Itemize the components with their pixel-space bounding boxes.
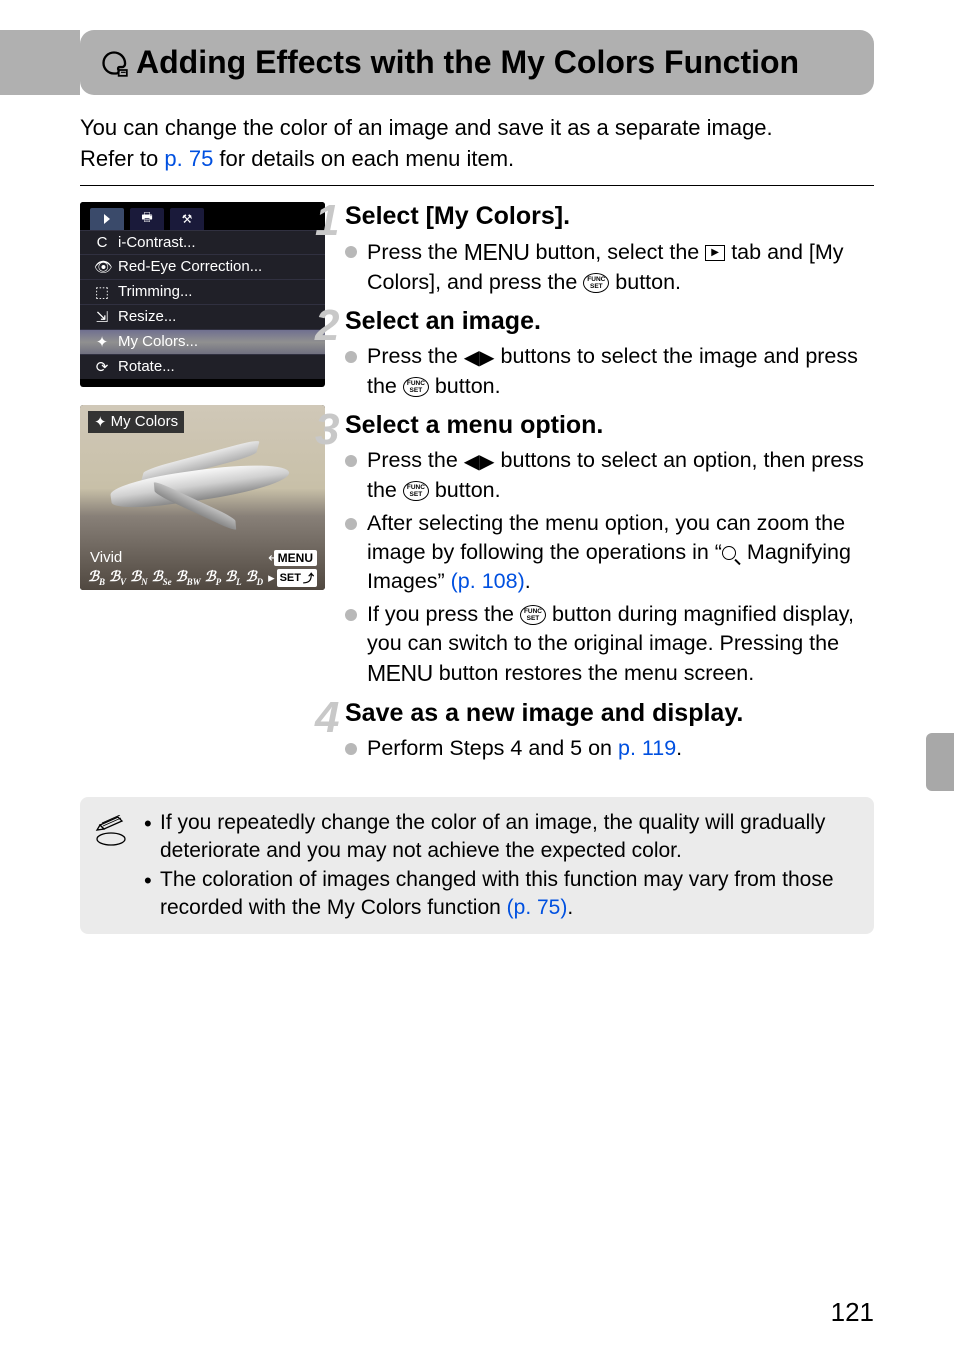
step-bullet: After selecting the menu option, you can…: [345, 509, 874, 596]
play-tab-icon: [705, 245, 725, 261]
menu-item: 👁 Red-Eye Correction...: [80, 254, 325, 279]
func-set-button-icon: [520, 605, 546, 625]
step-number: 2: [315, 301, 339, 351]
note-box: If you repeatedly change the color of an…: [80, 797, 874, 934]
my-colors-icon: [100, 49, 128, 77]
menu-item-icon: ✦: [94, 333, 110, 351]
bullet-dot-icon: [345, 246, 357, 258]
step-title: Select an image.: [345, 307, 874, 336]
divider: [80, 185, 874, 186]
step-title: Select a menu option.: [345, 411, 874, 440]
vivid-screenshot: ✦My Colors Vivid ↩ MENU ℬBℬVℬNℬSeℬBWℬPℬL…: [80, 405, 325, 590]
step-bullet: Perform Steps 4 and 5 on p. 119.: [345, 734, 874, 763]
page-number: 121: [831, 1297, 874, 1328]
page-ref-link[interactable]: (p. 108): [451, 569, 525, 593]
step-bullet: Press the ◀▶ buttons to select the image…: [345, 342, 874, 401]
step-title: Save as a new image and display.: [345, 699, 874, 728]
menu-item-icon: ⬚: [94, 283, 110, 301]
menu-item-icon: ⟳: [94, 358, 110, 376]
menu-item-label: Red-Eye Correction...: [118, 258, 262, 275]
bullet-dot-icon: [345, 518, 357, 530]
page-ref-link[interactable]: p. 119: [618, 736, 676, 760]
vivid-mode-label: Vivid: [90, 549, 122, 566]
side-tab: [926, 733, 954, 791]
page-header: Adding Effects with the My Colors Functi…: [80, 30, 874, 95]
func-set-button-icon: [583, 273, 609, 293]
menu-button-icon: MENU: [464, 239, 530, 265]
color-mode-icons: ℬBℬVℬNℬSeℬBWℬPℬLℬD: [88, 569, 263, 587]
tab-play-icon: [90, 208, 124, 230]
bullet-dot-icon: [345, 609, 357, 621]
pencil-note-icon: [94, 815, 128, 849]
page-ref-link[interactable]: p. 75: [164, 146, 213, 171]
menu-item: ⇲ Resize...: [80, 304, 325, 329]
left-right-arrows-icon: ◀▶: [464, 451, 495, 473]
func-set-button-icon: [403, 377, 429, 397]
menu-item-icon: C: [94, 234, 110, 251]
func-set-button-icon: [403, 481, 429, 501]
step-title: Select [My Colors].: [345, 202, 874, 231]
step-bullet: If you press the button during magnified…: [345, 600, 874, 689]
menu-screenshot: 🖶 ⚒ Ci-Contrast... 👁 Red-Eye Correction...…: [80, 202, 325, 387]
left-right-arrows-icon: ◀▶: [464, 347, 495, 369]
menu-item-icon: ⇲: [94, 308, 110, 326]
step: 2Select an image.Press the ◀▶ buttons to…: [345, 307, 874, 401]
menu-item-label: Trimming...: [118, 283, 192, 300]
vivid-title-label: ✦My Colors: [88, 411, 184, 433]
step-number: 3: [315, 405, 339, 455]
tab-print-icon: 🖶: [130, 208, 164, 230]
menu-item-icon: 👁: [94, 258, 110, 276]
note-item: If you repeatedly change the color of an…: [144, 809, 856, 866]
tab-tools-icon: ⚒: [170, 208, 204, 230]
step: 3Select a menu option.Press the ◀▶ butto…: [345, 411, 874, 689]
menu-button-icon: MENU: [367, 660, 433, 686]
step-bullet: Press the MENU button, select the tab an…: [345, 237, 874, 297]
step-number: 4: [315, 693, 339, 743]
note-item: The coloration of images changed with th…: [144, 866, 856, 923]
menu-item: ⬚ Trimming...: [80, 279, 325, 304]
menu-item: ✦ My Colors...: [80, 329, 325, 354]
bullet-dot-icon: [345, 351, 357, 363]
page-ref-link[interactable]: (p. 75): [507, 896, 568, 919]
menu-item-label: Rotate...: [118, 358, 175, 375]
bullet-dot-icon: [345, 743, 357, 755]
step-bullet: Press the ◀▶ buttons to select an option…: [345, 446, 874, 505]
magnify-icon: [722, 540, 741, 564]
step-number: 1: [315, 196, 339, 246]
bullet-dot-icon: [345, 455, 357, 467]
menu-badge: MENU: [274, 550, 317, 566]
intro-paragraph: You can change the color of an image and…: [80, 113, 874, 175]
menu-item: Ci-Contrast...: [80, 230, 325, 254]
step: 1Select [My Colors].Press the MENU butto…: [345, 202, 874, 297]
page-title: Adding Effects with the My Colors Functi…: [136, 45, 799, 80]
menu-item: ⟳ Rotate...: [80, 354, 325, 379]
step: 4Save as a new image and display.Perform…: [345, 699, 874, 763]
menu-item-label: Resize...: [118, 308, 176, 325]
menu-item-label: i-Contrast...: [118, 234, 196, 251]
menu-item-label: My Colors...: [118, 333, 198, 350]
set-badge: SET⤴: [277, 569, 317, 587]
